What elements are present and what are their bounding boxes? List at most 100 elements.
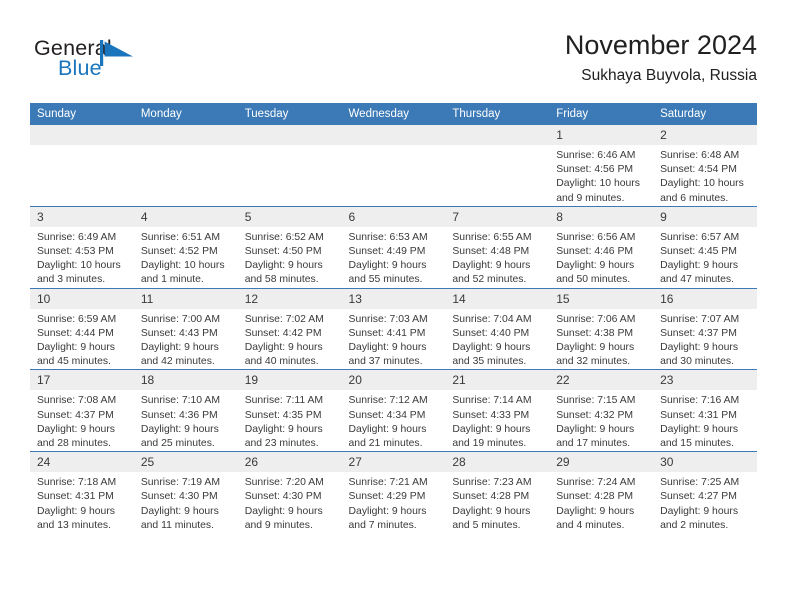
day-number: 29 [549, 452, 654, 473]
weekday-header-wednesday: Wednesday [341, 103, 446, 125]
day-details: Sunrise: 7:11 AM Sunset: 4:35 PM Daylight:… [238, 390, 342, 451]
calendar-day-cell[interactable]: 9 Sunrise: 6:57 AM Sunset: 4:45 PM Daylight… [653, 205, 757, 289]
daylight-duration-line2: and 23 minutes. [244, 438, 319, 450]
day-details: Sunrise: 6:55 AM Sunset: 4:48 PM Daylight:… [445, 227, 549, 288]
sunset-time: Sunset: 4:35 PM [244, 409, 322, 421]
daylight-duration-line1: Daylight: 9 hours [452, 342, 531, 354]
calendar-day-cell[interactable]: 8 Sunrise: 6:56 AM Sunset: 4:46 PM Daylight… [549, 205, 654, 289]
daylight-duration-line2: and 35 minutes. [452, 356, 527, 368]
sunrise-time: Sunrise: 6:52 AM [244, 231, 324, 243]
weekday-header-friday: Friday [549, 103, 654, 125]
day-cell-inner: 5 Sunrise: 6:52 AM Sunset: 4:50 PM Daylight… [237, 206, 342, 288]
sunset-time: Sunset: 4:40 PM [452, 327, 530, 339]
daylight-duration-line2: and 7 minutes. [348, 519, 417, 531]
daylight-duration-line1: Daylight: 9 hours [556, 260, 635, 272]
daylight-duration-line1: Daylight: 9 hours [452, 260, 531, 272]
sunset-time: Sunset: 4:30 PM [244, 491, 322, 503]
calendar-day-cell[interactable]: 5 Sunrise: 6:52 AM Sunset: 4:50 PM Daylight… [237, 205, 342, 289]
daylight-duration-line1: Daylight: 9 hours [140, 505, 219, 517]
day-cell-inner: 26 Sunrise: 7:20 AM Sunset: 4:30 PM Dayligh… [237, 452, 342, 533]
calendar-day-cell[interactable]: 10 Sunrise: 6:59 AM Sunset: 4:44 PM Dayligh… [30, 287, 134, 370]
calendar-day-cell[interactable]: 22 Sunrise: 7:15 AM Sunset: 4:32 PM Dayligh… [549, 369, 654, 452]
sunrise-time: Sunrise: 7:06 AM [556, 313, 636, 325]
sunset-time: Sunset: 4:30 PM [140, 491, 218, 503]
day-details: Sunrise: 7:14 AM Sunset: 4:33 PM Daylight:… [445, 390, 549, 451]
calendar-day-cell[interactable]: 13 Sunrise: 7:03 AM Sunset: 4:41 PM Dayligh… [341, 287, 446, 370]
calendar-day-cell-empty [133, 125, 238, 207]
calendar-day-cell[interactable]: 3 Sunrise: 6:49 AM Sunset: 4:53 PM Daylight… [30, 205, 134, 289]
daylight-duration-line2: and 58 minutes. [244, 274, 319, 286]
calendar-day-cell[interactable]: 21 Sunrise: 7:14 AM Sunset: 4:33 PM Dayligh… [445, 369, 550, 452]
calendar-day-cell[interactable]: 19 Sunrise: 7:11 AM Sunset: 4:35 PM Dayligh… [237, 369, 342, 452]
location-subtitle: Sukhaya Buyvola, Russia [581, 67, 757, 84]
calendar-day-cell[interactable]: 25 Sunrise: 7:19 AM Sunset: 4:30 PM Dayligh… [133, 451, 238, 534]
calendar-day-cell[interactable]: 24 Sunrise: 7:18 AM Sunset: 4:31 PM Dayligh… [30, 451, 134, 534]
calendar-day-cell[interactable]: 12 Sunrise: 7:02 AM Sunset: 4:42 PM Dayligh… [237, 287, 342, 370]
calendar-day-cell[interactable]: 30 Sunrise: 7:25 AM Sunset: 4:27 PM Dayligh… [653, 451, 757, 534]
sunrise-time: Sunrise: 7:24 AM [556, 477, 636, 489]
day-number: 27 [341, 452, 446, 473]
calendar-day-cell[interactable]: 11 Sunrise: 7:00 AM Sunset: 4:43 PM Dayligh… [133, 287, 238, 370]
daylight-duration-line2: and 32 minutes. [556, 356, 631, 368]
day-details: Sunrise: 7:08 AM Sunset: 4:37 PM Daylight:… [30, 390, 134, 451]
general-blue-logo[interactable]: General Blue [34, 36, 214, 88]
sunset-time: Sunset: 4:34 PM [348, 409, 426, 421]
daylight-duration-line2: and 9 minutes. [556, 192, 625, 204]
day-cell-inner: 30 Sunrise: 7:25 AM Sunset: 4:27 PM Dayligh… [653, 452, 757, 533]
calendar-day-cell[interactable]: 26 Sunrise: 7:20 AM Sunset: 4:30 PM Dayligh… [237, 451, 342, 534]
sunset-time: Sunset: 4:42 PM [244, 327, 322, 339]
weekday-header-tuesday: Tuesday [237, 103, 342, 125]
calendar-day-cell[interactable]: 29 Sunrise: 7:24 AM Sunset: 4:28 PM Dayligh… [549, 451, 654, 534]
daylight-duration-line1: Daylight: 9 hours [348, 260, 427, 272]
weekday-header-sunday: Sunday [30, 103, 134, 125]
sunrise-time: Sunrise: 7:11 AM [244, 395, 324, 407]
calendar-day-cell[interactable]: 28 Sunrise: 7:23 AM Sunset: 4:28 PM Dayligh… [445, 451, 550, 534]
page-title: November 2024 [564, 30, 757, 60]
calendar-day-cell[interactable]: 4 Sunrise: 6:51 AM Sunset: 4:52 PM Daylight… [133, 205, 238, 289]
calendar-day-cell[interactable]: 20 Sunrise: 7:12 AM Sunset: 4:34 PM Dayligh… [341, 369, 446, 452]
day-number: 15 [549, 288, 654, 309]
day-cell-inner: 27 Sunrise: 7:21 AM Sunset: 4:29 PM Dayligh… [341, 452, 446, 533]
calendar-day-cell[interactable]: 7 Sunrise: 6:55 AM Sunset: 4:48 PM Daylight… [445, 205, 550, 289]
day-details: Sunrise: 7:04 AM Sunset: 4:40 PM Daylight:… [445, 309, 549, 370]
calendar-day-cell[interactable]: 14 Sunrise: 7:04 AM Sunset: 4:40 PM Dayligh… [445, 287, 550, 370]
day-number: 7 [445, 206, 550, 227]
day-number: 13 [341, 288, 446, 309]
daylight-duration-line1: Daylight: 9 hours [660, 423, 739, 435]
day-details: Sunrise: 6:46 AM Sunset: 4:56 PM Daylight:… [549, 145, 653, 206]
calendar-day-cell[interactable]: 23 Sunrise: 7:16 AM Sunset: 4:31 PM Dayligh… [653, 369, 757, 452]
calendar-day-cell[interactable]: 15 Sunrise: 7:06 AM Sunset: 4:38 PM Dayligh… [549, 287, 654, 370]
day-number: 19 [237, 370, 342, 391]
day-details: Sunrise: 7:20 AM Sunset: 4:30 PM Daylight:… [238, 472, 342, 533]
daylight-duration-line1: Daylight: 9 hours [452, 423, 531, 435]
day-cell-inner: 18 Sunrise: 7:10 AM Sunset: 4:36 PM Dayligh… [133, 370, 238, 451]
sunrise-time: Sunrise: 7:19 AM [140, 477, 220, 489]
page-header: General Blue November 2024 Sukhaya Buyvo… [0, 0, 792, 100]
daylight-duration-line1: Daylight: 9 hours [37, 505, 115, 517]
sunrise-time: Sunrise: 7:12 AM [348, 395, 428, 407]
sunset-time: Sunset: 4:33 PM [452, 409, 530, 421]
sunset-time: Sunset: 4:41 PM [348, 327, 426, 339]
sunset-time: Sunset: 4:44 PM [37, 327, 114, 339]
sunrise-time: Sunrise: 6:53 AM [348, 231, 428, 243]
sunset-time: Sunset: 4:31 PM [660, 409, 737, 421]
calendar-day-cell[interactable]: 1 Sunrise: 6:46 AM Sunset: 4:56 PM Daylight… [549, 125, 654, 207]
calendar-day-cell[interactable]: 2 Sunrise: 6:48 AM Sunset: 4:54 PM Daylight… [653, 125, 757, 207]
calendar-day-cell[interactable]: 16 Sunrise: 7:07 AM Sunset: 4:37 PM Dayligh… [653, 287, 757, 370]
daylight-duration-line2: and 17 minutes. [556, 438, 631, 450]
daylight-duration-line1: Daylight: 9 hours [556, 342, 635, 354]
daylight-duration-line1: Daylight: 10 hours [37, 260, 121, 272]
day-cell-inner: 11 Sunrise: 7:00 AM Sunset: 4:43 PM Dayligh… [133, 288, 238, 370]
sunset-time: Sunset: 4:32 PM [556, 409, 634, 421]
sunset-time: Sunset: 4:37 PM [37, 409, 114, 421]
day-cell-inner [30, 125, 134, 206]
calendar-day-cell[interactable]: 18 Sunrise: 7:10 AM Sunset: 4:36 PM Dayligh… [133, 369, 238, 452]
calendar-day-cell[interactable]: 17 Sunrise: 7:08 AM Sunset: 4:37 PM Dayligh… [30, 369, 134, 452]
sunrise-time: Sunrise: 7:23 AM [452, 477, 532, 489]
calendar-day-cell[interactable]: 6 Sunrise: 6:53 AM Sunset: 4:49 PM Daylight… [341, 205, 446, 289]
day-details: Sunrise: 7:02 AM Sunset: 4:42 PM Daylight:… [238, 309, 342, 370]
day-number: 30 [653, 452, 757, 473]
calendar-day-cell[interactable]: 27 Sunrise: 7:21 AM Sunset: 4:29 PM Dayligh… [341, 451, 446, 534]
sunrise-time: Sunrise: 6:51 AM [140, 231, 220, 243]
day-number: 9 [653, 206, 757, 227]
